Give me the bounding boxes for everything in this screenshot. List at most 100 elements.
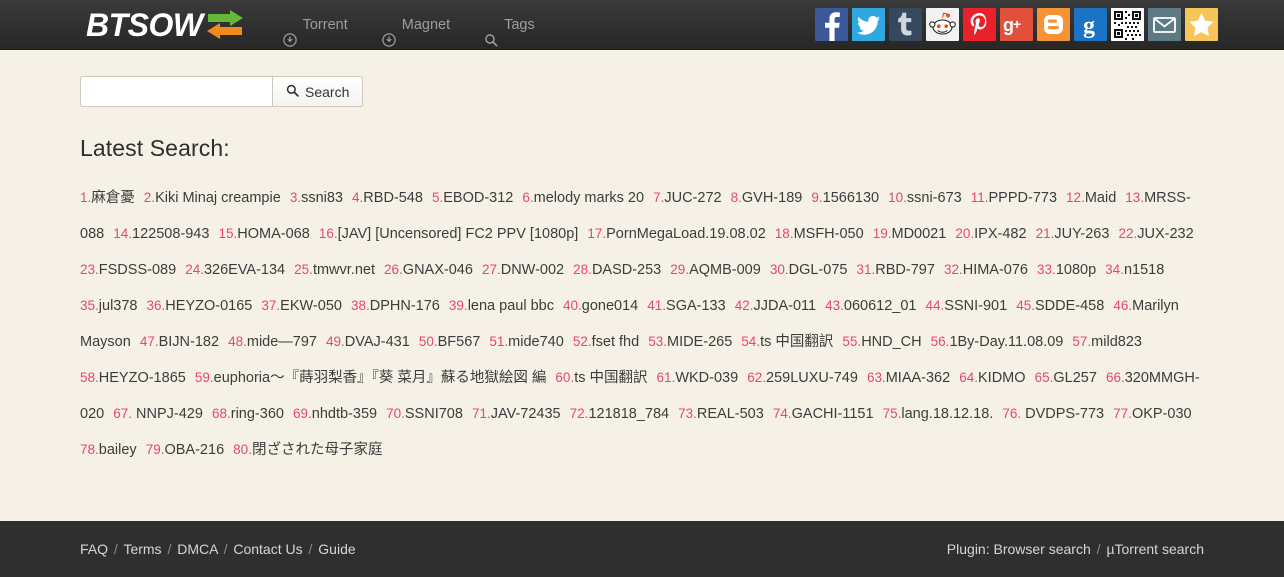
latest-search-item-link[interactable]: EBOD-312 xyxy=(443,190,513,206)
latest-search-item-link[interactable]: WKD-039 xyxy=(675,370,738,386)
latest-search-item-link[interactable]: JUX-232 xyxy=(1137,226,1193,242)
latest-search-item-link[interactable]: GVH-189 xyxy=(742,190,802,206)
latest-search-item-link[interactable]: RBD-548 xyxy=(363,190,423,206)
latest-search-item-link[interactable]: 259LUXU-749 xyxy=(766,370,858,386)
latest-search-item-link[interactable]: KIDMO xyxy=(978,370,1026,386)
latest-search-item-link[interactable]: SSNI708 xyxy=(405,406,463,422)
latest-search-item-link[interactable]: ts 中国翻訳 xyxy=(760,334,833,350)
footer-link-guide[interactable]: Guide xyxy=(318,541,355,557)
nav-item-tags[interactable]: Tags xyxy=(467,0,552,50)
search-button[interactable]: Search xyxy=(272,76,364,107)
latest-search-item-link[interactable]: 121818_784 xyxy=(588,406,669,422)
share-blogger-icon[interactable] xyxy=(1037,8,1070,41)
latest-search-item-link[interactable]: MD0021 xyxy=(892,226,947,242)
footer-plugin-link-0[interactable]: Browser search xyxy=(994,541,1091,557)
latest-search-item-link[interactable]: 1566130 xyxy=(823,190,879,206)
latest-search-item-link[interactable]: JJDA-011 xyxy=(754,298,817,314)
latest-search-item-link[interactable]: JAV-72435 xyxy=(491,406,561,422)
share-google-plus-icon[interactable]: g + xyxy=(1000,8,1033,41)
share-email-icon[interactable] xyxy=(1148,8,1181,41)
footer-link-faq[interactable]: FAQ xyxy=(80,541,108,557)
share-facebook-icon[interactable] xyxy=(815,8,848,41)
latest-search-item-link[interactable]: OBA-216 xyxy=(164,442,224,458)
latest-search-item-link[interactable]: mide740 xyxy=(508,334,564,350)
latest-search-item-link[interactable]: nhdtb-359 xyxy=(312,406,377,422)
latest-search-item-link[interactable]: AQMB-009 xyxy=(689,262,761,278)
share-google-icon[interactable]: g xyxy=(1074,8,1107,41)
latest-search-item-link[interactable]: DVAJ-431 xyxy=(345,334,410,350)
latest-search-item-link[interactable]: HEYZO-0165 xyxy=(165,298,252,314)
latest-search-item-link[interactable]: HEYZO-1865 xyxy=(99,370,186,386)
latest-search-item-link[interactable]: ring-360 xyxy=(231,406,284,422)
latest-search-item-link[interactable]: SSNI-901 xyxy=(944,298,1007,314)
latest-search-item-link[interactable]: FSDSS-089 xyxy=(99,262,176,278)
latest-search-item-link[interactable]: mide—797 xyxy=(247,334,317,350)
latest-search-item-link[interactable]: ssni-673 xyxy=(907,190,962,206)
latest-search-item-link[interactable]: lang.18.12.18. xyxy=(901,406,993,422)
latest-search-item-link[interactable]: MIDE-265 xyxy=(667,334,732,350)
latest-search-item-link[interactable]: SGA-133 xyxy=(666,298,726,314)
latest-search-item-link[interactable]: EKW-050 xyxy=(280,298,342,314)
latest-search-item-link[interactable]: REAL-503 xyxy=(697,406,764,422)
latest-search-item-link[interactable]: 122508-943 xyxy=(132,226,209,242)
latest-search-item-link[interactable]: [JAV] [Uncensored] FC2 PPV [1080p] xyxy=(338,226,579,242)
latest-search-item-link[interactable]: MSFH-050 xyxy=(794,226,864,242)
latest-search-item-link[interactable]: PornMegaLoad.19.08.02 xyxy=(606,226,766,242)
latest-search-item-link[interactable]: JUY-263 xyxy=(1054,226,1109,242)
nav-item-magnet[interactable]: Magnet xyxy=(365,0,467,50)
latest-search-item-link[interactable]: DGL-075 xyxy=(789,262,848,278)
latest-search-item-link[interactable]: GACHI-1151 xyxy=(792,406,874,422)
latest-search-item-link[interactable]: NNPJ-429 xyxy=(132,406,203,422)
latest-search-item-link[interactable]: DNW-002 xyxy=(501,262,564,278)
latest-search-item-link[interactable]: SDDE-458 xyxy=(1035,298,1104,314)
latest-search-item-link[interactable]: n1518 xyxy=(1124,262,1164,278)
latest-search-item-link[interactable]: fset fhd xyxy=(592,334,640,350)
latest-search-item-link[interactable]: mild823 xyxy=(1091,334,1142,350)
nav-item-torrent[interactable]: Torrent xyxy=(266,0,365,50)
latest-search-item-link[interactable]: 060612_01 xyxy=(844,298,917,314)
latest-search-item-link[interactable]: DASD-253 xyxy=(592,262,661,278)
latest-search-item-link[interactable]: HOMA-068 xyxy=(237,226,310,242)
share-qr-code-icon[interactable] xyxy=(1111,8,1144,41)
brand-logo[interactable]: BTSOW xyxy=(86,0,244,50)
footer-plugin-link-1[interactable]: µTorrent search xyxy=(1106,541,1204,557)
latest-search-item-link[interactable]: BIJN-182 xyxy=(159,334,219,350)
latest-search-item-link[interactable]: DPHN-176 xyxy=(370,298,440,314)
share-twitter-icon[interactable] xyxy=(852,8,885,41)
latest-search-item-link[interactable]: jul378 xyxy=(99,298,138,314)
latest-search-item-link[interactable]: GNAX-046 xyxy=(403,262,473,278)
latest-search-item-link[interactable]: HND_CH xyxy=(861,334,921,350)
latest-search-item-link[interactable]: RBD-797 xyxy=(875,262,935,278)
latest-search-item-link[interactable]: ssni83 xyxy=(301,190,343,206)
latest-search-item-link[interactable]: IPX-482 xyxy=(974,226,1026,242)
share-pinterest-icon[interactable] xyxy=(963,8,996,41)
latest-search-item-link[interactable]: gone014 xyxy=(582,298,638,314)
latest-search-item-link[interactable]: tmwvr.net xyxy=(313,262,375,278)
latest-search-item-link[interactable]: BF567 xyxy=(438,334,481,350)
footer-link-contact-us[interactable]: Contact Us xyxy=(233,541,302,557)
latest-search-item-link[interactable]: PPPD-773 xyxy=(989,190,1058,206)
latest-search-item-link[interactable]: bailey xyxy=(99,442,137,458)
latest-search-item-link[interactable]: 麻倉憂 xyxy=(91,190,135,206)
latest-search-item-link[interactable]: Maid xyxy=(1085,190,1116,206)
latest-search-item-link[interactable]: Kiki Minaj creampie xyxy=(155,190,281,206)
latest-search-item-link[interactable]: MIAA-362 xyxy=(886,370,950,386)
latest-search-item-link[interactable]: 326EVA-134 xyxy=(204,262,285,278)
latest-search-item-link[interactable]: ts 中国翻訳 xyxy=(574,370,647,386)
footer-link-dmca[interactable]: DMCA xyxy=(177,541,217,557)
latest-search-item-link[interactable]: 閉ざされた母子家庭 xyxy=(252,442,383,458)
latest-search-item-link[interactable]: GL257 xyxy=(1053,370,1097,386)
share-tumblr-icon[interactable] xyxy=(889,8,922,41)
footer-link-terms[interactable]: Terms xyxy=(123,541,161,557)
share-favorite-star-icon[interactable] xyxy=(1185,8,1218,41)
latest-search-item-link[interactable]: HIMA-076 xyxy=(963,262,1028,278)
search-input[interactable] xyxy=(80,76,272,107)
latest-search-item-link[interactable]: euphoria～『蒔羽梨香』『葵 菜月』蘇る地獄絵図 編 xyxy=(214,370,547,386)
latest-search-item-link[interactable]: 1080p xyxy=(1056,262,1096,278)
latest-search-item-link[interactable]: lena paul bbc xyxy=(468,298,554,314)
latest-search-item-link[interactable]: melody marks 20 xyxy=(534,190,644,206)
latest-search-item-link[interactable]: JUC-272 xyxy=(664,190,721,206)
latest-search-item-link[interactable]: OKP-030 xyxy=(1132,406,1192,422)
share-reddit-icon[interactable] xyxy=(926,8,959,41)
latest-search-item-link[interactable]: 1By-Day.11.08.09 xyxy=(949,334,1063,350)
